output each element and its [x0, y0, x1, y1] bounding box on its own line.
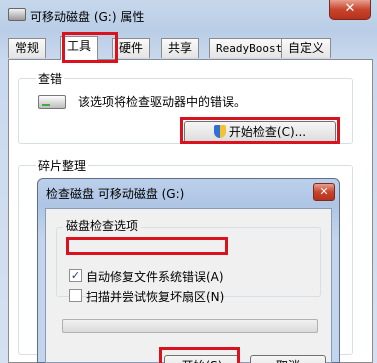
scan-sectors-label[interactable]: 扫描并尝试恢复坏扇区(N)	[86, 288, 224, 305]
title-bar[interactable]: 可移动磁盘 (G:) 属性 ✕	[0, 0, 377, 30]
tab-hardware[interactable]: 硬件	[112, 38, 151, 58]
tab-sharing[interactable]: 共享	[161, 38, 200, 58]
drive-icon	[38, 95, 66, 109]
cancel-button[interactable]: 取消	[250, 355, 326, 363]
shield-icon	[213, 125, 226, 138]
tab-general[interactable]: 常规	[8, 38, 47, 58]
scan-sectors-checkbox[interactable]	[69, 289, 82, 302]
close-button[interactable]: ✕	[329, 0, 371, 20]
auto-fix-checkbox[interactable]: ✓	[69, 269, 82, 282]
checkmark-icon: ✓	[70, 269, 81, 282]
dialog-body: 磁盘检查选项 ✓ 自动修复文件系统错误(A) 扫描并尝试恢复坏扇区(N) 开始(…	[45, 208, 332, 363]
check-progress-bar	[62, 319, 318, 333]
auto-fix-label[interactable]: 自动修复文件系统错误(A)	[86, 268, 224, 285]
tab-tools[interactable]: 工具	[60, 36, 99, 60]
error-checking-description: 该选项将检查驱动器中的错误。	[78, 95, 247, 109]
dialog-title: 检查磁盘 可移动磁盘 (G:)	[46, 187, 185, 201]
check-disk-dialog: 检查磁盘 可移动磁盘 (G:) ✕ 磁盘检查选项 ✓ 自动修复文件系统错误(A)…	[37, 178, 340, 363]
tab-readyboost[interactable]: ReadyBoost	[209, 38, 290, 58]
drive-icon	[8, 8, 26, 21]
disk-options-heading: 磁盘检查选项	[63, 217, 142, 234]
disk-options-group	[56, 227, 321, 297]
tab-strip: 常规 工具 硬件 共享 ReadyBoost 自定义	[8, 36, 373, 60]
dialog-close-button[interactable]: ✕	[313, 183, 335, 201]
error-checking-heading: 查错	[36, 70, 65, 87]
defrag-heading: 碎片整理	[36, 157, 89, 174]
check-now-button[interactable]: 开始检查(C)...	[184, 121, 336, 143]
window-title: 可移动磁盘 (G:) 属性	[30, 10, 145, 24]
start-button[interactable]: 开始(S)	[164, 355, 240, 363]
tab-customize[interactable]: 自定义	[281, 38, 332, 58]
check-now-label: 开始检查(C)...	[228, 125, 307, 139]
